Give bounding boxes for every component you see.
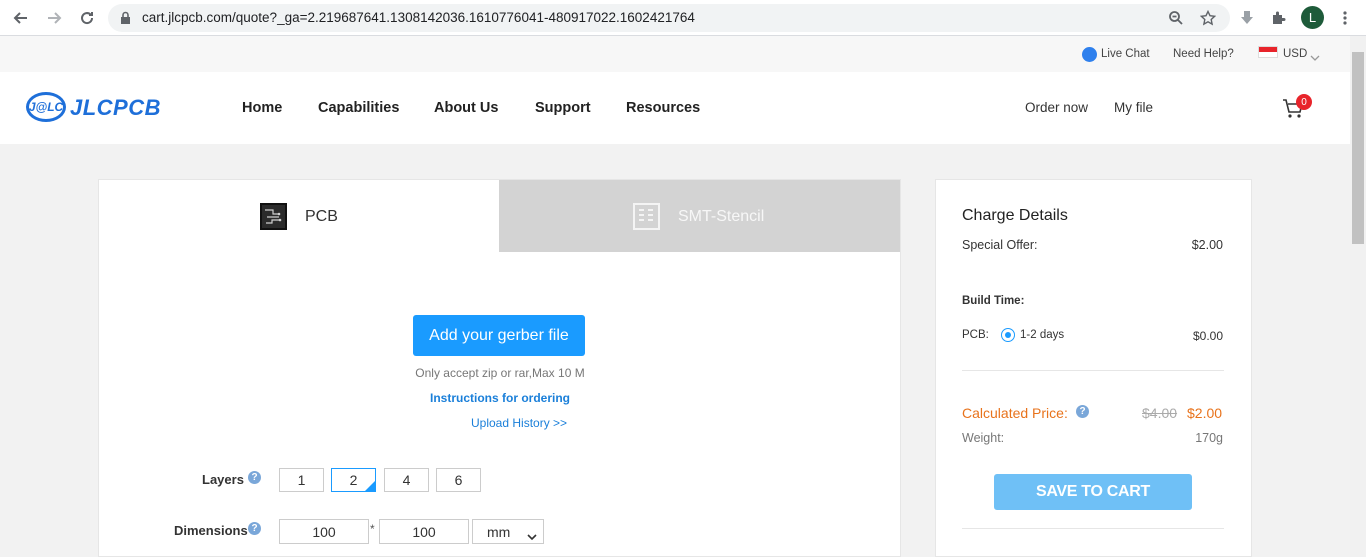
layer-option-1[interactable]: 1 [279,468,324,492]
star-icon[interactable] [1197,7,1219,29]
unit-select[interactable]: mm [472,519,544,544]
layers-label: Layers [202,472,244,487]
nav-support[interactable]: Support [535,100,591,116]
calculated-price-label: Calculated Price: [962,405,1068,421]
chevron-down-icon [527,528,537,544]
build-time-price: $0.00 [1192,329,1223,343]
layer-option-6[interactable]: 6 [436,468,481,492]
profile-avatar[interactable]: L [1301,6,1324,29]
address-bar[interactable]: cart.jlcpcb.com/quote?_ga=2.219687641.13… [108,4,1230,32]
layer-option-2-label: 2 [349,472,358,488]
live-chat-link[interactable]: Live Chat [1101,48,1150,60]
selected-check-icon [364,480,376,492]
back-arrow-icon[interactable] [10,7,32,29]
stencil-icon [633,203,660,230]
nav-capabilities[interactable]: Capabilities [318,100,399,116]
instructions-link[interactable]: Instructions for ordering [0,391,1000,405]
my-file-link[interactable]: My file [1114,100,1153,115]
jlc-logo-mark[interactable]: J@LC [26,92,66,122]
tab-pcb[interactable] [99,180,499,252]
build-time-radio[interactable] [1001,328,1015,342]
layer-option-4[interactable]: 4 [384,468,429,492]
help-icon[interactable]: ? [248,471,261,484]
need-help-link[interactable]: Need Help? [1173,48,1234,60]
download-icon[interactable] [1236,7,1258,29]
chevron-down-icon[interactable] [1310,49,1320,67]
reload-icon[interactable] [76,7,98,29]
nav-resources[interactable]: Resources [626,100,700,116]
special-offer-value: $2.00 [1191,238,1223,252]
scrollbar-thumb[interactable] [1352,52,1364,244]
url-text: cart.jlcpcb.com/quote?_ga=2.219687641.13… [142,10,695,25]
accept-hint: Only accept zip or rar,Max 10 M [415,366,585,380]
cart-count-badge: 0 [1296,94,1312,110]
singapore-flag-icon [1258,46,1278,58]
divider [962,528,1224,529]
layer-option-2[interactable]: 2 [331,468,376,492]
lock-icon [120,11,131,30]
nav-home[interactable]: Home [242,100,282,116]
order-now-link[interactable]: Order now [1025,100,1088,115]
browser-toolbar: cart.jlcpcb.com/quote?_ga=2.219687641.13… [0,0,1366,36]
weight-label: Weight: [962,431,1005,445]
save-to-cart-button[interactable]: SAVE TO CART [994,474,1192,510]
dimension-x-input[interactable]: 100 [279,519,369,544]
dimension-separator: * [370,522,375,536]
extensions-icon[interactable] [1268,7,1290,29]
dimension-y-input[interactable]: 100 [379,519,469,544]
kebab-menu-icon[interactable] [1334,7,1356,29]
unit-select-value: mm [487,523,511,540]
chat-bubble-icon[interactable] [1082,47,1097,62]
tab-smt-stencil-label: SMT-Stencil [678,208,765,225]
charge-details-title: Charge Details [962,207,1068,224]
dimensions-label: Dimensions [174,523,248,538]
site-logo-text[interactable]: JLCPCB [70,95,161,121]
tab-pcb-label: PCB [305,208,338,225]
zoom-icon[interactable] [1165,7,1187,29]
build-time-option[interactable]: 1-2 days [1020,329,1064,341]
forward-arrow-icon[interactable] [43,7,65,29]
divider [962,370,1224,371]
weight-value: 170g [1195,431,1223,445]
calculated-price-value: $2.00 [1187,405,1223,421]
original-price: $4.00 [1142,405,1178,421]
currency-selector[interactable]: USD [1283,48,1307,60]
help-icon[interactable]: ? [1076,405,1089,418]
pcb-board-icon [260,203,287,230]
pcb-build-label: PCB: [962,329,989,341]
add-gerber-button[interactable]: Add your gerber file [413,315,585,356]
help-icon[interactable]: ? [248,522,261,535]
nav-about-us[interactable]: About Us [434,100,498,116]
special-offer-label: Special Offer: [962,238,1038,252]
build-time-label: Build Time: [962,295,1025,307]
upload-history-link[interactable]: Upload History >> [471,416,567,430]
